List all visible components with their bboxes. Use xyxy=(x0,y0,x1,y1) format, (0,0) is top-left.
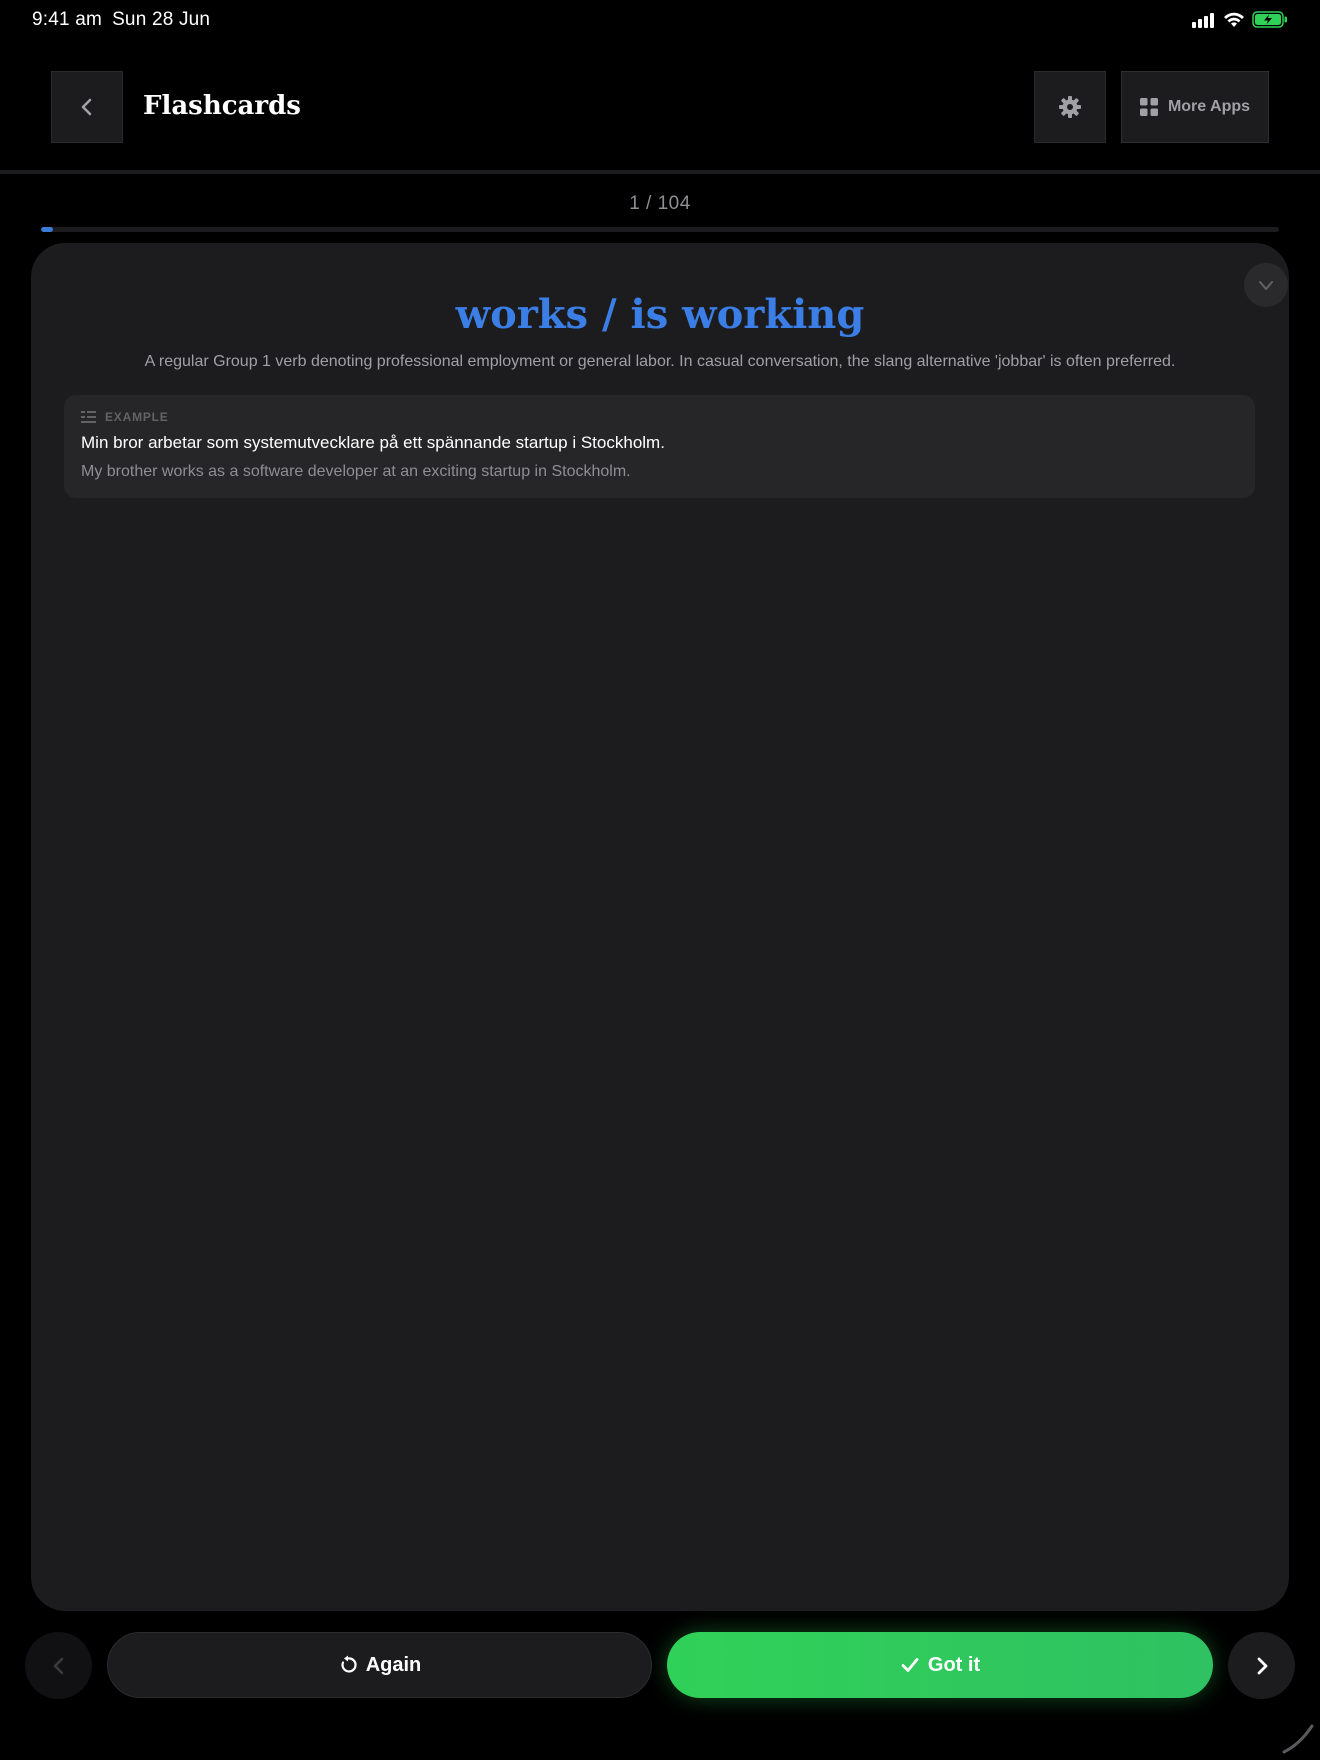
progress-bar xyxy=(41,227,1279,232)
got-it-label: Got it xyxy=(927,1653,981,1676)
settings-button[interactable] xyxy=(1034,71,1106,143)
wifi-icon xyxy=(1224,12,1244,27)
app-header: Flashcards More Apps xyxy=(0,42,1320,174)
card-counter: 1 / 104 xyxy=(629,193,691,214)
chevron-left-icon xyxy=(53,1657,63,1674)
got-it-button[interactable]: Got it xyxy=(667,1632,1213,1698)
chevron-left-icon xyxy=(81,98,92,116)
example-translation: My brother works as a software developer… xyxy=(81,463,631,480)
home-indicator-icon xyxy=(1282,1724,1314,1754)
battery-charging-icon xyxy=(1252,11,1287,28)
example-label: EXAMPLE xyxy=(105,410,169,424)
status-time-date: 9:41 am Sun 28 Jun xyxy=(32,9,210,31)
grid-icon xyxy=(1139,98,1158,116)
status-icons xyxy=(1192,11,1288,28)
list-icon xyxy=(81,411,96,423)
example-header: EXAMPLE xyxy=(81,410,169,424)
example-sentence: Min bror arbetar som systemutvecklare på… xyxy=(81,433,665,452)
previous-card-button[interactable] xyxy=(25,1632,92,1699)
action-bar: Again Got it xyxy=(0,1630,1320,1700)
card-definition: A regular Group 1 verb denoting professi… xyxy=(144,353,1176,370)
more-apps-label: More Apps xyxy=(1167,98,1251,115)
back-button[interactable] xyxy=(51,71,123,143)
more-apps-button[interactable]: More Apps xyxy=(1121,71,1269,143)
card-word: works / is working xyxy=(455,291,865,338)
status-date: Sun 28 Jun xyxy=(112,9,211,30)
chevron-right-icon xyxy=(1257,1657,1267,1674)
status-bar: 9:41 am Sun 28 Jun xyxy=(0,0,1320,42)
refresh-icon xyxy=(341,1655,357,1673)
gear-icon xyxy=(1059,96,1081,118)
again-label: Again xyxy=(365,1653,422,1676)
example-box: EXAMPLE Min bror arbetar som systemutvec… xyxy=(64,395,1255,498)
flashcard[interactable]: works / is working A regular Group 1 ver… xyxy=(31,243,1289,1611)
again-button[interactable]: Again xyxy=(107,1632,652,1698)
next-card-button[interactable] xyxy=(1228,1632,1295,1699)
cellular-signal-icon xyxy=(1192,12,1214,28)
progress-fill xyxy=(41,227,53,232)
status-time: 9:41 am xyxy=(32,9,103,30)
checkmark-icon xyxy=(901,1658,919,1672)
page-title: Flashcards xyxy=(143,91,301,121)
